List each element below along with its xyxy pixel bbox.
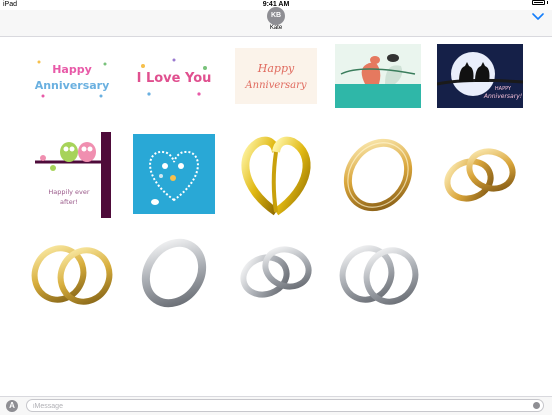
chevron-down-icon[interactable] bbox=[532, 12, 544, 22]
sticker-text: Anniversary bbox=[35, 79, 110, 92]
contact-name[interactable]: Kate bbox=[0, 25, 552, 31]
sticker-i-love-you-text[interactable]: I Love You bbox=[131, 44, 217, 108]
sticker-silver-interlocked-rings[interactable] bbox=[233, 234, 319, 312]
battery-tip bbox=[547, 1, 548, 4]
sticker-text: HAPPY bbox=[495, 86, 512, 92]
sticker-heart-birds-card[interactable] bbox=[131, 132, 217, 218]
sticker-gold-interlocked-rings[interactable] bbox=[437, 132, 523, 218]
sticker-text: after! bbox=[60, 198, 78, 206]
sticker-text: Happily ever bbox=[48, 188, 89, 196]
conversation-header: KB Kate bbox=[0, 7, 552, 37]
sticker-grid: Happy Anniversary I Love You Happy Anniv… bbox=[0, 37, 552, 397]
sticker-text: Happy bbox=[52, 63, 92, 76]
sticker-gold-ring[interactable] bbox=[335, 132, 421, 218]
app-store-icon[interactable]: A bbox=[6, 400, 18, 412]
sticker-happy-anniversary-text[interactable]: Happy Anniversary bbox=[29, 44, 115, 108]
sticker-cats-moon-card[interactable]: HAPPY Anniversary! bbox=[437, 44, 523, 108]
sticker-silver-double-rings[interactable] bbox=[335, 234, 421, 312]
message-field-container[interactable] bbox=[26, 399, 544, 412]
sticker-owls-tree-card[interactable]: Happily ever after! bbox=[29, 132, 115, 218]
sticker-gold-heart-rings[interactable] bbox=[233, 132, 319, 218]
sticker-text: Anniversary! bbox=[483, 93, 522, 100]
message-input[interactable] bbox=[33, 401, 523, 411]
sticker-silver-ring[interactable] bbox=[131, 234, 217, 312]
sticker-text: I Love You bbox=[137, 71, 212, 86]
microphone-icon[interactable] bbox=[533, 402, 540, 409]
message-input-bar: A bbox=[0, 396, 552, 415]
sticker-text: Anniversary bbox=[244, 80, 307, 91]
avatar[interactable]: KB bbox=[267, 7, 285, 25]
sticker-lovebirds-card[interactable] bbox=[335, 44, 421, 108]
battery-indicator bbox=[532, 0, 548, 5]
sticker-happy-anniversary-script[interactable]: Happy Anniversary bbox=[233, 44, 319, 108]
sticker-gold-double-rings[interactable] bbox=[29, 234, 115, 312]
battery-icon bbox=[532, 0, 545, 5]
sticker-text: Happy bbox=[257, 62, 295, 75]
